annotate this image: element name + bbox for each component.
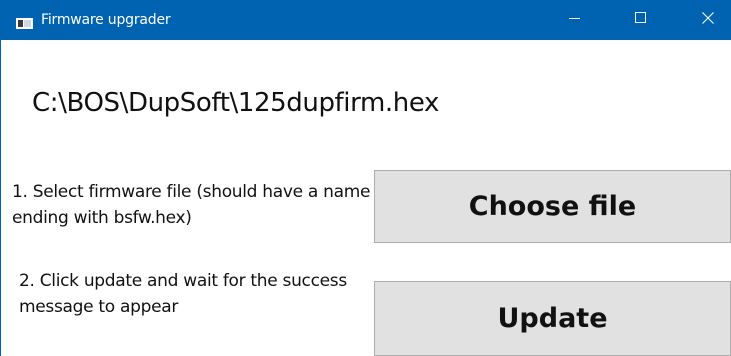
title-bar[interactable]: Firmware upgrader [1,0,731,40]
step2-instruction: 2. Click update and wait for the success… [19,271,347,317]
close-icon [702,11,714,29]
minimize-button[interactable] [552,0,598,40]
window-title: Firmware upgrader [41,12,171,28]
close-button[interactable] [685,0,731,40]
app-window-icon [16,16,33,29]
maximize-button[interactable] [618,0,664,40]
firmware-upgrader-window: Firmware upgrader C:\BOS\DupSoft\125dupf… [0,0,731,356]
step1-instruction: 1. Select firmware file (should have a n… [12,182,371,228]
choose-file-button[interactable]: Choose file [374,170,731,243]
selected-file-path: C:\BOS\DupSoft\125dupfirm.hex [32,88,439,118]
minimize-icon [569,11,581,29]
update-button[interactable]: Update [374,281,731,356]
maximize-icon [635,11,647,29]
